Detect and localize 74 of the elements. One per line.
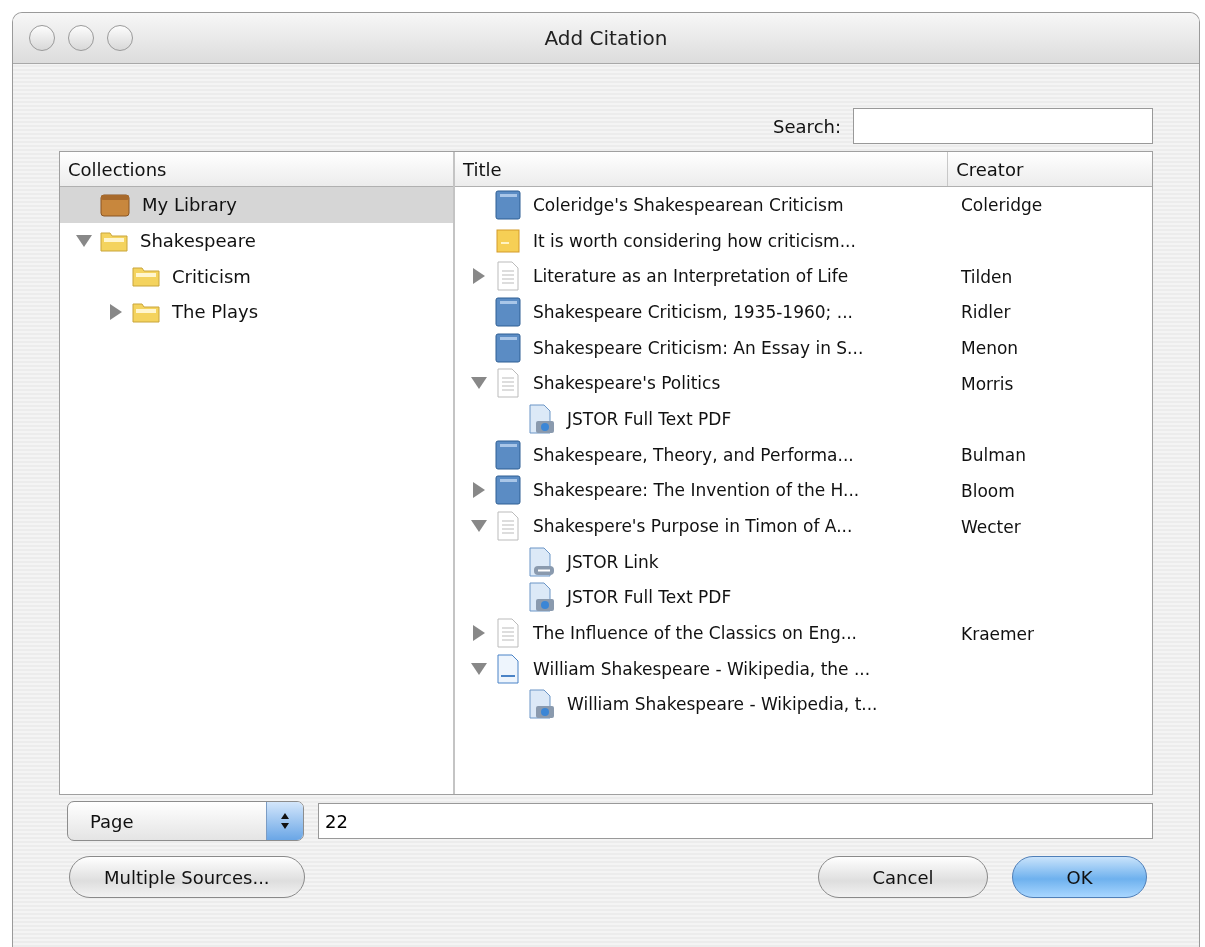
book-icon (495, 189, 521, 220)
close-button[interactable] (29, 25, 55, 51)
item-title[interactable]: JSTOR Full Text PDF (567, 408, 732, 429)
column-header[interactable]: Collections (60, 152, 453, 186)
item-title[interactable]: It is worth considering how criticism... (533, 230, 856, 251)
window-title: Add Citation (544, 26, 668, 50)
column-header[interactable]: Creator (948, 152, 1152, 186)
item-creator: Menon (961, 338, 1019, 359)
stepper-arrows-icon (279, 811, 291, 831)
minimize-button[interactable] (68, 25, 94, 51)
expanded-triangle-icon[interactable] (470, 519, 488, 534)
note-icon (495, 227, 521, 254)
search-label: Search: (773, 115, 841, 137)
item-creator: Bloom (961, 480, 1015, 501)
attachment-camera-icon (527, 403, 555, 434)
attachment-camera-icon (527, 582, 555, 613)
ok-button[interactable]: OK (1012, 856, 1147, 898)
expanded-triangle-icon[interactable] (470, 661, 488, 676)
collection-row[interactable]: The Plays (60, 294, 453, 330)
collection-row[interactable]: My Library (60, 187, 453, 223)
document-icon (495, 261, 521, 292)
item-title[interactable]: Shakespeare: The Invention of the H... (533, 480, 860, 501)
collection-label: Shakespeare (140, 230, 256, 252)
item-title[interactable]: William Shakespeare - Wikipedia, the ... (533, 658, 871, 679)
folder-icon (100, 229, 128, 252)
item-title[interactable]: Shakespeare, Theory, and Performa... (533, 444, 854, 465)
folder-icon (132, 300, 160, 323)
attachment-camera-icon (527, 689, 555, 720)
search-field[interactable] (853, 108, 1153, 144)
item-title[interactable]: The Influence of the Classics on Eng... (533, 623, 857, 644)
item-creator: Coleridge (961, 195, 1043, 216)
attachment-link-icon (527, 546, 555, 577)
item-title[interactable]: Shakespeare Criticism, 1935-1960; ... (533, 301, 853, 322)
collapsed-triangle-icon[interactable] (109, 302, 123, 321)
document-icon (495, 368, 521, 399)
item-title[interactable]: JSTOR Full Text PDF (567, 587, 732, 608)
item-creator: Bulman (961, 445, 1026, 466)
item-creator: Tilden (961, 266, 1013, 287)
collection-label: My Library (142, 194, 237, 216)
item-title[interactable]: Shakespere's Purpose in Timon of A... (533, 516, 853, 537)
item-creator: Kraemer (961, 623, 1035, 644)
book-icon (495, 332, 521, 363)
item-title[interactable]: Literature as an Interpretation of Life (533, 266, 849, 287)
collapsed-triangle-icon[interactable] (472, 481, 486, 500)
web-page-icon (495, 653, 521, 684)
column-header[interactable]: Title (455, 152, 949, 186)
collection-row[interactable]: Criticism (60, 258, 453, 295)
cancel-button[interactable]: Cancel (818, 856, 988, 898)
item-creator: Morris (961, 373, 1014, 394)
item-title[interactable]: Shakespeare Criticism: An Essay in S... (533, 337, 864, 358)
multiple-sources-button[interactable]: Multiple Sources... (69, 856, 305, 898)
document-icon (495, 618, 521, 649)
collapsed-triangle-icon[interactable] (472, 267, 486, 286)
library-box-icon (100, 192, 130, 217)
collection-row[interactable]: Shakespeare (60, 222, 453, 259)
collection-label: Criticism (172, 265, 251, 287)
item-creator: Ridler (961, 302, 1011, 323)
expanded-triangle-icon[interactable] (470, 376, 488, 391)
book-icon (495, 475, 521, 506)
document-icon (495, 511, 521, 542)
book-icon (495, 439, 521, 470)
item-title[interactable]: William Shakespeare - Wikipedia, t... (567, 694, 878, 715)
collection-label: The Plays (172, 301, 259, 323)
item-creator: Wecter (961, 516, 1021, 537)
collapsed-triangle-icon[interactable] (472, 624, 486, 643)
book-icon (495, 296, 521, 327)
item-title[interactable]: Coleridge's Shakespearean Criticism (533, 194, 844, 215)
folder-icon (132, 265, 160, 288)
expanded-triangle-icon[interactable] (75, 233, 93, 248)
item-title[interactable]: Shakespeare's Politics (533, 373, 721, 394)
locator-type-dropdown[interactable]: Page (67, 801, 304, 841)
locator-field[interactable]: 22 (318, 803, 1153, 839)
item-title[interactable]: JSTOR Link (567, 551, 659, 572)
zoom-button[interactable] (107, 25, 133, 51)
